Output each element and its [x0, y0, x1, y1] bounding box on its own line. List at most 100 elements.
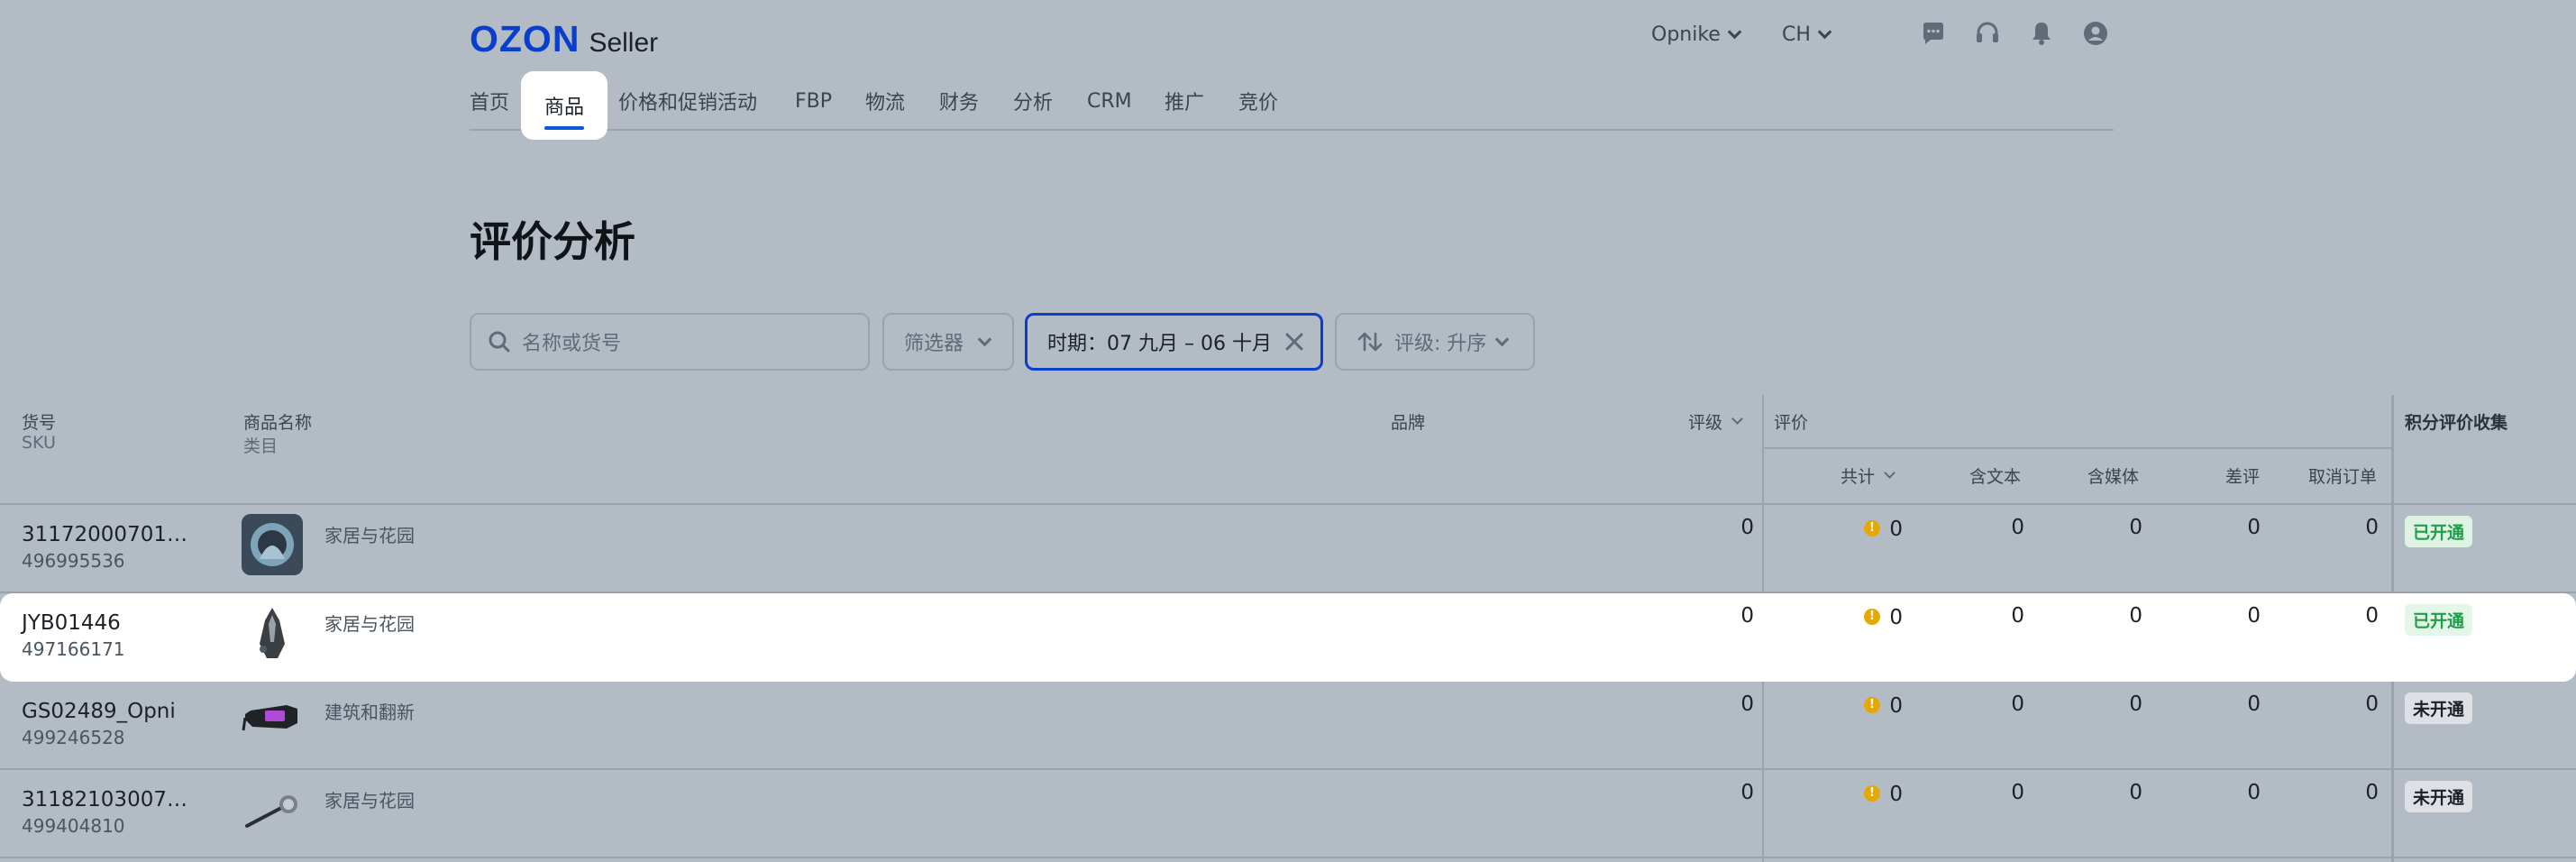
nav-item-home[interactable]: 首页: [470, 71, 509, 131]
header-divider: [1762, 447, 2391, 449]
row-sku: 496995536: [22, 550, 125, 572]
nav-item-finance[interactable]: 财务: [939, 71, 979, 131]
header-points-collection: 积分评价收集: [2405, 413, 2508, 433]
row-category: 建筑和翻新: [324, 702, 415, 723]
logo-product: Seller: [589, 28, 659, 58]
table-row[interactable]: 31172000701… 496995536 家居与花园 0 ! 0 0 0 0…: [0, 505, 2576, 593]
row-with-text: 0: [2011, 781, 2024, 804]
table-row[interactable]: GS02489_Opni 499246528 建筑和翻新 0 ! 0 0 0 0…: [0, 682, 2576, 770]
close-icon[interactable]: [1284, 332, 1304, 352]
row-total: 0: [1889, 606, 1903, 629]
chevron-down-icon: [1884, 467, 1895, 479]
account-name: Opnike: [1651, 23, 1721, 46]
header-brand: 品牌: [1391, 413, 1426, 433]
chevron-down-icon: [1727, 24, 1742, 39]
headset-icon[interactable]: [1974, 20, 2001, 47]
row-with-media: 0: [2129, 692, 2142, 716]
period-filter[interactable]: 时期：07 九月 – 06 十月: [1025, 313, 1323, 371]
header-category: 类目: [243, 436, 279, 456]
header-negative: 差评: [2225, 467, 2261, 487]
row-cancelled: 0: [2365, 781, 2379, 804]
header-total: 共计: [1841, 467, 1876, 487]
row-rating: 0: [1740, 516, 1754, 539]
row-article: JYB01446: [22, 611, 121, 635]
user-icon[interactable]: [2082, 20, 2109, 47]
sort-arrows-icon: [1357, 332, 1383, 352]
search-icon: [489, 331, 510, 353]
search-input[interactable]: 名称或货号: [470, 313, 870, 371]
nav-item-prices-promotions[interactable]: 价格和促销活动: [618, 71, 757, 131]
nav-item-promotion[interactable]: 推广: [1165, 71, 1204, 131]
chat-icon[interactable]: [1920, 20, 1947, 47]
nav-item-bidding[interactable]: 竞价: [1238, 71, 1278, 131]
product-thumbnail[interactable]: [242, 602, 303, 664]
page-title: 评价分析: [470, 217, 635, 266]
account-dropdown[interactable]: Opnike: [1651, 18, 1742, 50]
sort-dropdown[interactable]: 评级: 升序: [1335, 313, 1535, 371]
language-code: CH: [1782, 23, 1811, 46]
search-placeholder: 名称或货号: [522, 333, 622, 355]
row-negative: 0: [2247, 604, 2261, 628]
nav-item-fbp[interactable]: FBP: [795, 71, 832, 131]
row-sku: 499404810: [22, 815, 125, 837]
filter-dropdown[interactable]: 筛选器: [882, 313, 1014, 371]
header-sku: SKU: [22, 433, 56, 453]
row-with-text: 0: [2011, 516, 2024, 539]
chevron-down-icon: [1817, 24, 1832, 39]
sort-label: 评级: 升序: [1394, 333, 1487, 355]
row-total: 0: [1889, 783, 1903, 806]
bell-icon[interactable]: [2028, 20, 2055, 47]
active-tab-underline: [544, 126, 584, 130]
row-with-media: 0: [2129, 516, 2142, 539]
nav-item-analytics[interactable]: 分析: [1013, 71, 1053, 131]
chevron-down-icon: [1495, 332, 1510, 346]
table-row[interactable]: 31182103007… 499404810 家居与花园 0 ! 0 0 0 0…: [0, 770, 2576, 858]
main-nav: 首页 商品 价格和促销活动 FBP 物流 财务 分析 CRM 推广 竞价: [470, 71, 2114, 140]
header-rating: 评级: [1688, 413, 1723, 433]
row-negative: 0: [2247, 692, 2261, 716]
table-header: 货号 SKU 商品名称 类目 品牌 评级 评价 积分评价收集 共计 含文本 含媒…: [0, 395, 2576, 505]
period-label: 时期：07 九月 – 06 十月: [1047, 333, 1272, 355]
row-category: 家居与花园: [324, 525, 415, 546]
status-badge: 未开通: [2405, 692, 2473, 724]
header-total-sort[interactable]: 共计: [1841, 463, 1895, 488]
table-row-highlighted[interactable]: JYB01446 497166171 家居与花园 0 ! 0 0 0 0 0 已…: [0, 593, 2576, 682]
status-badge: 已开通: [2405, 516, 2473, 547]
status-badge: 未开通: [2405, 781, 2473, 812]
row-total: 0: [1889, 518, 1903, 541]
row-negative: 0: [2247, 781, 2261, 804]
header-rating-sort[interactable]: 评级: [1688, 409, 1743, 434]
row-cancelled: 0: [2365, 692, 2379, 716]
chevron-down-icon: [977, 332, 992, 346]
row-article: GS02489_Opni: [22, 700, 176, 723]
logo-brand: OZON: [470, 18, 580, 60]
row-with-media: 0: [2129, 781, 2142, 804]
header-with-text: 含文本: [1969, 467, 2022, 487]
row-with-text: 0: [2011, 692, 2024, 716]
row-negative: 0: [2247, 516, 2261, 539]
row-category: 家居与花园: [324, 790, 415, 812]
row-cancelled: 0: [2365, 516, 2379, 539]
row-article: 31172000701…: [22, 523, 187, 546]
header-with-media: 含媒体: [2087, 467, 2140, 487]
row-rating: 0: [1740, 692, 1754, 716]
product-thumbnail[interactable]: [242, 691, 303, 752]
language-dropdown[interactable]: CH: [1782, 18, 1832, 50]
header-article: 货号: [22, 413, 57, 433]
filter-label: 筛选器: [904, 333, 964, 355]
nav-item-crm[interactable]: CRM: [1087, 71, 1132, 131]
header-product-name: 商品名称: [243, 413, 313, 433]
nav-item-logistics[interactable]: 物流: [865, 71, 905, 131]
row-category: 家居与花园: [324, 613, 415, 635]
product-thumbnail[interactable]: [242, 779, 303, 840]
ozon-seller-logo[interactable]: OZON Seller: [470, 18, 658, 60]
header-cancelled: 取消订单: [2308, 467, 2378, 487]
product-thumbnail[interactable]: [242, 514, 303, 575]
row-rating: 0: [1740, 604, 1754, 628]
row-with-text: 0: [2011, 604, 2024, 628]
nav-item-products[interactable]: 商品: [521, 71, 607, 140]
status-badge: 已开通: [2405, 604, 2473, 636]
row-article: 31182103007…: [22, 788, 187, 812]
row-rating: 0: [1740, 781, 1754, 804]
row-with-media: 0: [2129, 604, 2142, 628]
